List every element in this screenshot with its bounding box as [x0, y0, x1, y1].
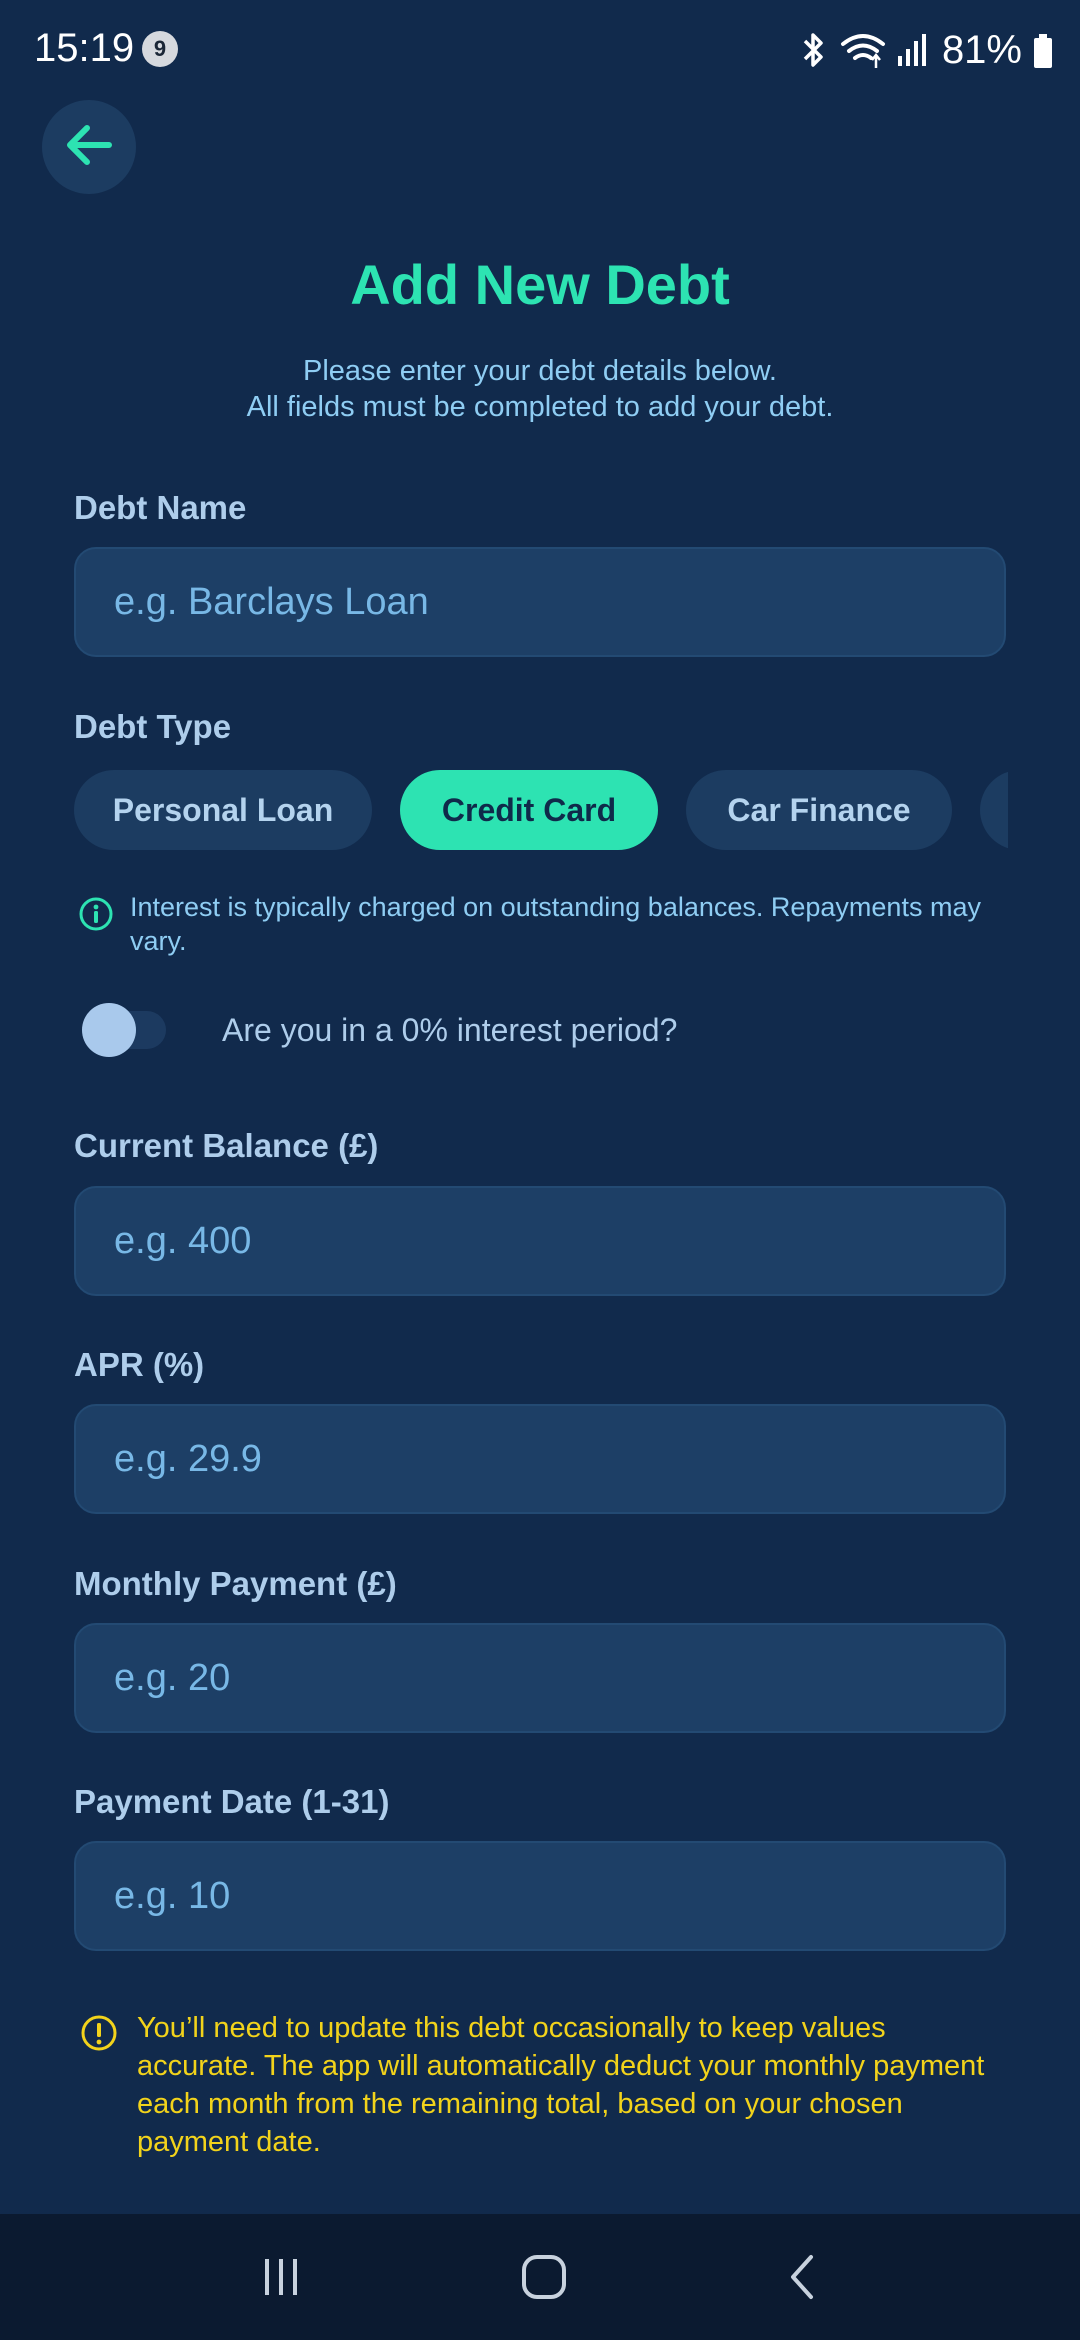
debt-type-label: Debt Type — [74, 708, 232, 745]
nav-back-icon[interactable] — [785, 2253, 821, 2301]
chip-personal-loan[interactable]: Personal Loan — [74, 770, 372, 850]
payment-date-label: Payment Date (1-31) — [74, 1783, 390, 1820]
subtitle-line-2: All fields must be completed to add your… — [246, 391, 834, 423]
info-circle-icon — [78, 896, 114, 937]
update-warning-text: You’ll need to update this debt occasion… — [137, 2012, 985, 2158]
back-button[interactable] — [42, 100, 136, 194]
arrow-left-icon — [61, 117, 117, 178]
toggle-knob[interactable] — [82, 1003, 136, 1057]
notification-count-badge: 9 — [142, 31, 178, 67]
wifi-icon — [840, 30, 886, 70]
chip-more-partial[interactable] — [980, 770, 1008, 850]
home-icon[interactable] — [520, 2253, 568, 2301]
current-balance-label: Current Balance (£) — [74, 1127, 379, 1164]
apr-input[interactable] — [74, 1404, 1006, 1514]
subtitle-line-1: Please enter your debt details below. — [303, 355, 777, 387]
bluetooth-icon — [796, 30, 830, 70]
system-nav-bar — [0, 2214, 1080, 2340]
page-subtitle: Please enter your debt details below. Al… — [0, 353, 1080, 425]
debt-type-info-text: Interest is typically charged on outstan… — [130, 892, 981, 956]
debt-name-input[interactable] — [74, 547, 1006, 657]
signal-icon — [896, 30, 926, 70]
debt-type-chips: Personal Loan Credit Card Car Finance — [74, 770, 1008, 852]
monthly-payment-label: Monthly Payment (£) — [74, 1565, 397, 1602]
battery-percentage: 81% — [941, 27, 1022, 72]
chip-car-finance[interactable]: Car Finance — [686, 770, 952, 850]
status-time: 15:19 — [34, 26, 135, 70]
payment-date-input[interactable] — [74, 1841, 1006, 1951]
page-title: Add New Debt — [350, 253, 730, 316]
recent-apps-icon[interactable] — [259, 2255, 303, 2299]
battery-icon — [1032, 30, 1054, 70]
current-balance-input[interactable] — [74, 1186, 1006, 1296]
apr-label: APR (%) — [74, 1346, 205, 1383]
debt-name-label: Debt Name — [74, 489, 247, 526]
exclamation-circle-icon — [80, 2014, 118, 2057]
interest-period-label: Are you in a 0% interest period? — [222, 1012, 678, 1048]
add-debt-screen: 15:19 9 81% Add New Debt Please enter yo… — [0, 0, 1080, 2340]
chip-credit-card[interactable]: Credit Card — [400, 770, 658, 850]
status-bar: 15:19 9 81% — [0, 0, 1080, 100]
monthly-payment-input[interactable] — [74, 1623, 1006, 1733]
status-icons: 81% — [796, 22, 1054, 78]
